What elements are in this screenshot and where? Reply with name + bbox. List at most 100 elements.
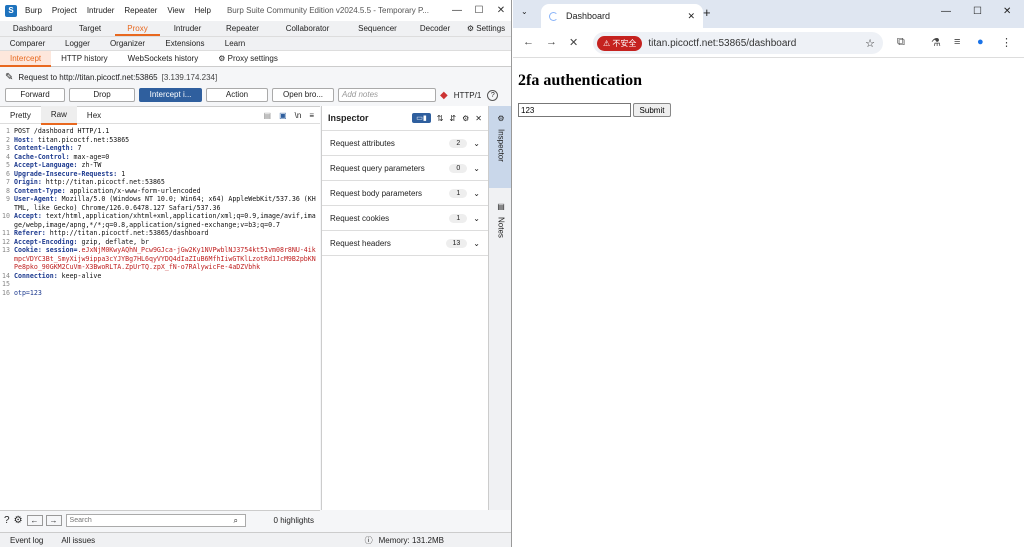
- tab-comparer[interactable]: Comparer: [0, 37, 55, 50]
- code-body[interactable]: 1 POST /dashboard HTTP/1.1 2 Host: titan.pi…: [0, 124, 320, 297]
- url-text[interactable]: titan.picoctf.net:53865/dashboard: [648, 38, 796, 49]
- newline-icon[interactable]: \n: [295, 111, 302, 120]
- close-window-icon[interactable]: ✕: [1003, 6, 1011, 17]
- tab-dashboard[interactable]: Dashboard: [0, 21, 65, 36]
- help-icon[interactable]: ?: [487, 89, 499, 101]
- gear-icon[interactable]: ⚙: [14, 515, 23, 526]
- address-bar[interactable]: ⚠ 不安全 titan.picoctf.net:53865/dashboard …: [593, 32, 883, 54]
- action-button[interactable]: Action: [206, 88, 268, 102]
- menu-project[interactable]: Project: [52, 6, 77, 15]
- event-log-link[interactable]: Event log: [10, 536, 43, 545]
- open-browser-button[interactable]: Open bro...: [272, 88, 334, 102]
- maximize-icon[interactable]: ☐: [468, 5, 490, 16]
- inspector-section[interactable]: Request attributes 2 ⌄: [322, 131, 488, 156]
- forward-button[interactable]: Forward: [5, 88, 65, 102]
- layout-toggle-icon[interactable]: ▭▮: [412, 113, 431, 123]
- highlight-color-icon[interactable]: ◆: [440, 90, 448, 101]
- chevron-down-icon[interactable]: ⌄: [473, 189, 480, 198]
- not-secure-badge[interactable]: ⚠ 不安全: [597, 35, 643, 51]
- menu-icon[interactable]: ≡: [309, 111, 314, 120]
- inspector-section[interactable]: Request body parameters 1 ⌄: [322, 181, 488, 206]
- tab-extensions[interactable]: Extensions: [155, 37, 215, 50]
- menu-intruder[interactable]: Intruder: [87, 6, 115, 15]
- maximize-icon[interactable]: ☐: [973, 6, 982, 17]
- menu-help[interactable]: Help: [195, 6, 211, 15]
- close-tab-icon[interactable]: ✕: [687, 11, 695, 22]
- side-tab-inspector[interactable]: ⚙ Inspector: [489, 106, 511, 188]
- http-version-label[interactable]: HTTP/1: [454, 91, 482, 100]
- line-number: 16: [2, 288, 10, 297]
- tab-raw[interactable]: Raw: [40, 105, 77, 125]
- otp-input[interactable]: [518, 103, 631, 117]
- browser-tab[interactable]: Dashboard ✕: [541, 4, 703, 28]
- help-icon[interactable]: ?: [4, 515, 10, 526]
- tab-target[interactable]: Target: [65, 21, 115, 36]
- tab-intruder[interactable]: Intruder: [160, 21, 215, 36]
- minimize-icon[interactable]: —: [941, 6, 951, 17]
- tab-collaborator[interactable]: Collaborator: [270, 21, 345, 36]
- minimize-icon[interactable]: —: [446, 5, 468, 16]
- tab-organizer[interactable]: Organizer: [100, 37, 155, 50]
- wrap-icon[interactable]: ▤: [264, 111, 272, 120]
- inspector-panel: Inspector ▭▮ ⇅ ⇵ ⚙ ✕ Request attributes 2…: [321, 106, 488, 510]
- line-text: Content-Length: 7: [14, 144, 320, 153]
- extensions-icon[interactable]: ⧉: [897, 36, 905, 49]
- side-tab-notes[interactable]: ▤ Notes: [489, 196, 511, 256]
- memory-usage: Memory: 131.2MB: [378, 535, 444, 545]
- gear-icon[interactable]: ⚙: [462, 114, 469, 123]
- close-icon[interactable]: ✕: [490, 5, 511, 16]
- chevron-down-icon[interactable]: ⌄: [473, 214, 480, 223]
- line-text: Origin: http://titan.picoctf.net:53865: [14, 178, 320, 187]
- labs-icon[interactable]: ⚗: [931, 36, 941, 49]
- tab-search-icon[interactable]: ⌄: [521, 7, 528, 16]
- count-badge: 1: [449, 213, 468, 223]
- tab-settings[interactable]: ⚙ Settings: [460, 21, 511, 36]
- forward-icon[interactable]: →: [546, 36, 557, 48]
- tab-sequencer[interactable]: Sequencer: [345, 21, 410, 36]
- tab-repeater[interactable]: Repeater: [215, 21, 270, 36]
- line-number: 8: [6, 186, 10, 195]
- all-issues-link[interactable]: All issues: [61, 536, 95, 545]
- header-name: Referer:: [14, 229, 46, 237]
- intercept-toggle-button[interactable]: Intercept i...: [139, 88, 202, 102]
- search-input[interactable]: [65, 514, 246, 527]
- menu-view[interactable]: View: [167, 6, 184, 15]
- forward-icon[interactable]: →: [45, 515, 62, 526]
- stop-loading-icon[interactable]: ✕: [569, 36, 578, 49]
- subtab-http-history[interactable]: HTTP history: [51, 51, 118, 67]
- more-menu-icon[interactable]: ⋮: [1001, 36, 1012, 49]
- subtab-proxy-settings[interactable]: ⚙ Proxy settings: [208, 51, 288, 67]
- inspector-section[interactable]: Request cookies 1 ⌄: [322, 206, 488, 231]
- submit-button[interactable]: Submit: [633, 103, 671, 117]
- header-name: Accept-Language:: [14, 161, 78, 169]
- back-icon[interactable]: ←: [26, 515, 43, 526]
- request-editor[interactable]: Pretty Raw Hex ▤ ▣ \n ≡ 1 POST /dashboard…: [0, 105, 320, 510]
- subtab-intercept[interactable]: Intercept: [0, 50, 52, 67]
- drop-button[interactable]: Drop: [69, 88, 135, 102]
- tab-proxy[interactable]: Proxy: [115, 21, 160, 36]
- subtab-websockets-history[interactable]: WebSockets history: [118, 51, 209, 67]
- list-icon[interactable]: ▣: [279, 111, 287, 120]
- chevron-down-icon[interactable]: ⌄: [473, 239, 480, 248]
- inspector-section-meta: 0 ⌄: [449, 163, 480, 173]
- inspector-section[interactable]: Request headers 13 ⌄: [322, 231, 488, 256]
- tab-pretty[interactable]: Pretty: [0, 107, 41, 124]
- inspector-section[interactable]: Request query parameters 0 ⌄: [322, 156, 488, 181]
- close-icon[interactable]: ✕: [475, 114, 482, 123]
- menu-repeater[interactable]: Repeater: [124, 6, 157, 15]
- notes-input[interactable]: Add notes: [338, 88, 436, 102]
- chevron-down-icon[interactable]: ⌄: [473, 164, 480, 173]
- expand-all-icon[interactable]: ⇵: [449, 114, 456, 123]
- chevron-down-icon[interactable]: ⌄: [473, 139, 480, 148]
- profile-avatar-icon[interactable]: ●: [977, 36, 984, 48]
- new-tab-icon[interactable]: +: [703, 5, 711, 20]
- tab-logger[interactable]: Logger: [55, 37, 100, 50]
- collapse-all-icon[interactable]: ⇅: [437, 114, 444, 123]
- bookmark-star-icon[interactable]: ☆: [865, 37, 875, 50]
- back-icon[interactable]: ←: [523, 36, 534, 48]
- tab-learn[interactable]: Learn: [215, 37, 255, 50]
- media-icon[interactable]: ≡: [954, 36, 960, 48]
- tab-decoder[interactable]: Decoder: [410, 21, 460, 36]
- menu-burp[interactable]: Burp: [25, 6, 42, 15]
- tab-hex[interactable]: Hex: [77, 107, 111, 124]
